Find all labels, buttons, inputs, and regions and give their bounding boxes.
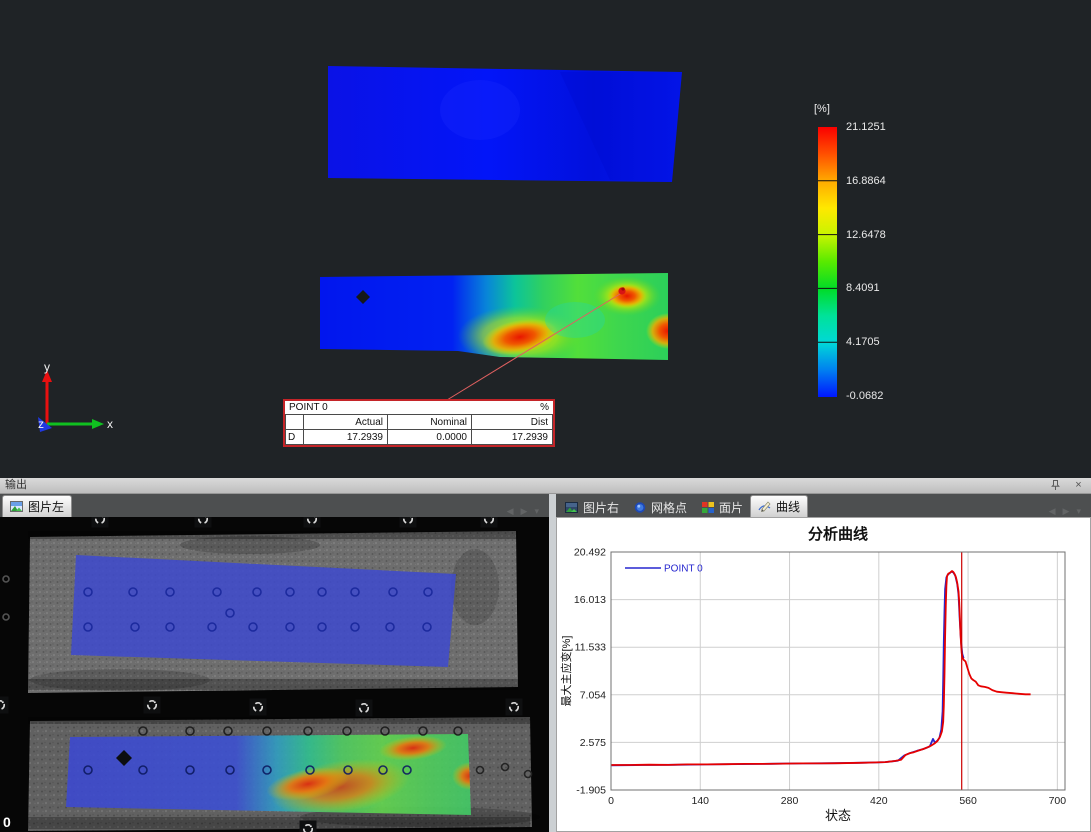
annotation-column-header: Dist <box>472 415 553 430</box>
output-panel-body: 图片左 ◀▶▾ <box>0 494 1091 832</box>
right-tab-scroll-arrows[interactable]: ◀▶▾ <box>1049 506 1091 517</box>
x-axis-arrow-icon <box>92 419 104 429</box>
specimen-top <box>328 66 682 182</box>
analysis-chart[interactable]: 分析曲线 20.492 16.013 11.533 7.054 2.575 -1.9050 1… <box>557 518 1090 831</box>
tab-grid-points[interactable]: 网格点 <box>626 497 694 517</box>
legend-label: POINT 0 <box>664 564 703 575</box>
tab-grid-points-label: 网格点 <box>651 499 687 516</box>
color-scale-unit: [%] <box>814 103 830 115</box>
x-tick-label: 280 <box>781 795 799 807</box>
tab-curve[interactable]: 曲线 <box>750 495 808 517</box>
chart-title: 分析曲线 <box>808 525 868 543</box>
color-scale-tick-label: 16.8864 <box>846 175 916 187</box>
left-tabbar: 图片左 ◀▶▾ <box>0 494 549 517</box>
annotation-cell: 17.2939 <box>304 430 388 445</box>
tab-image-left-label: 图片左 <box>28 498 64 515</box>
annotation-unit: % <box>540 401 549 414</box>
annotation-cell: 0.0000 <box>388 430 472 445</box>
right-analysis-panel: 图片右 网格点 面片 <box>556 494 1091 832</box>
strain-overlay-top <box>71 555 456 667</box>
tab-curve-label: 曲线 <box>776 498 800 515</box>
y-tick-label: 20.492 <box>574 547 606 559</box>
fiducial-marker-icon <box>0 697 9 714</box>
x-tick-label: 420 <box>870 795 888 807</box>
color-scale-tick-label: 21.1251 <box>846 121 916 133</box>
x-axis-title: 状态 <box>825 808 851 823</box>
facet-icon <box>701 501 715 514</box>
y-tick-label: 2.575 <box>580 737 606 749</box>
picture-icon <box>565 501 579 514</box>
annotation-column-header <box>286 415 304 430</box>
right-tabbar: 图片右 网格点 面片 <box>556 494 1091 517</box>
annotation-cell: 17.2939 <box>472 430 553 445</box>
y-axis-label: y <box>44 360 50 374</box>
color-scale-tick-label: 8.4091 <box>846 282 916 294</box>
pin-icon[interactable] <box>1049 479 1062 492</box>
annotation-column-header: Actual <box>304 415 388 430</box>
annotation-table-grid: ActualNominalDistD17.29390.000017.2939 <box>285 414 553 445</box>
fiducial-marker-icon <box>300 821 317 832</box>
annotation-cell: D <box>286 430 304 445</box>
y-tick-label: 11.533 <box>575 642 606 654</box>
close-icon[interactable]: × <box>1072 479 1085 492</box>
left-image-panel: 图片左 ◀▶▾ <box>0 494 549 832</box>
tab-image-right-label: 图片右 <box>583 499 619 516</box>
fiducial-marker-icon <box>506 699 523 716</box>
tab-facets[interactable]: 面片 <box>694 497 750 517</box>
specimen-bottom <box>320 273 690 366</box>
annotation-column-header: Nominal <box>388 415 472 430</box>
y-tick-label: -1.905 <box>576 785 606 797</box>
x-tick-label: 0 <box>608 795 614 807</box>
left-camera-image[interactable]: 0 <box>0 517 549 832</box>
x-tick-label: 700 <box>1049 795 1067 807</box>
annotation-table[interactable]: POINT 0 % ActualNominalDistD17.29390.000… <box>283 399 555 447</box>
tab-facets-label: 面片 <box>719 499 743 516</box>
color-scale-bar <box>818 127 837 397</box>
color-scale-tick-label: 4.1705 <box>846 336 916 348</box>
left-tab-scroll-arrows[interactable]: ◀▶▾ <box>507 506 549 517</box>
x-tick-label: 560 <box>959 795 977 807</box>
color-scale-tick-label: 12.6478 <box>846 229 916 241</box>
fiducial-marker-icon <box>304 517 321 528</box>
fiducial-marker-icon <box>481 517 498 528</box>
axis-triad: y x z <box>38 360 113 432</box>
stage-number-label: 0 <box>3 814 11 830</box>
x-axis-label: x <box>107 417 113 431</box>
annotation-point-name: POINT 0 <box>289 401 328 414</box>
point-marker[interactable] <box>618 287 625 294</box>
x-tick-label: 140 <box>692 795 710 807</box>
y-tick-label: 7.054 <box>580 689 606 701</box>
tab-image-left[interactable]: 图片左 <box>2 495 72 517</box>
output-panel-title: 输出 <box>5 479 27 491</box>
color-scale-tick-label: -0.0682 <box>846 390 916 402</box>
fiducial-marker-icon <box>250 699 267 716</box>
application-window: y x z [%] 21.1251 16.8864 12.6478 8.4091 4.1… <box>0 0 1091 832</box>
output-panel-titlebar: 输出 × <box>0 478 1091 494</box>
fiducial-marker-icon <box>92 517 109 528</box>
tab-image-right[interactable]: 图片右 <box>558 497 626 517</box>
fiducial-marker-icon <box>400 517 417 528</box>
y-axis-title: 最大主应变[%] <box>559 636 573 707</box>
fiducial-marker-icon <box>195 517 212 528</box>
grid-point-icon <box>633 501 647 514</box>
analysis-curve-view[interactable]: 分析曲线 20.492 16.013 11.533 7.054 2.575 -1.9050 1… <box>556 517 1091 832</box>
curve-icon <box>758 500 772 513</box>
y-tick-label: 16.013 <box>574 594 606 606</box>
3d-strain-view[interactable]: y x z [%] 21.1251 16.8864 12.6478 8.4091 4.1… <box>0 0 1091 478</box>
fiducial-marker-icon <box>356 700 373 717</box>
z-axis-label: z <box>38 417 44 431</box>
fiducial-marker-icon <box>144 697 161 714</box>
picture-icon <box>10 500 24 513</box>
